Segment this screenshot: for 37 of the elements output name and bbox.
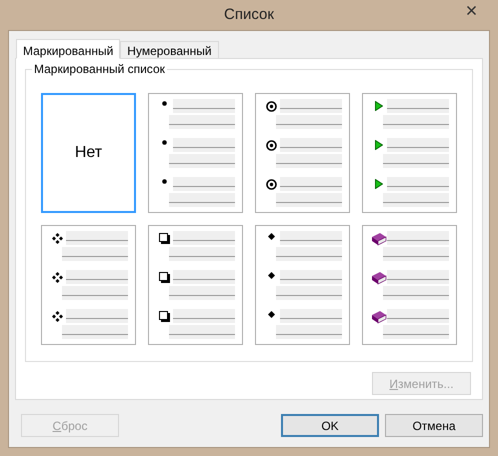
- tab[interactable]: Нумерованный: [120, 41, 219, 58]
- bullet-style-option[interactable]: [148, 224, 243, 344]
- group-title: Маркированный список: [32, 62, 167, 76]
- bullet-style-option[interactable]: [362, 224, 457, 344]
- triangle-icon: [374, 178, 382, 188]
- diamonds-icon: [52, 232, 63, 244]
- ok-button[interactable]: OK: [281, 414, 379, 437]
- bullet-style-option[interactable]: [362, 92, 457, 212]
- target-icon: [266, 140, 277, 150]
- diamonds-icon: [52, 310, 63, 322]
- bullet-style-option[interactable]: [41, 224, 136, 344]
- dot-icon: [162, 140, 167, 144]
- tab[interactable]: Маркированный: [16, 39, 120, 59]
- dialog-button[interactable]: Отмена: [385, 414, 483, 437]
- triangle-icon: [374, 100, 382, 110]
- book-icon: [370, 232, 386, 246]
- checkbox-icon: [159, 310, 170, 322]
- close-icon: [466, 6, 476, 14]
- dot-icon: [162, 100, 167, 106]
- checkbox-icon: [159, 232, 170, 244]
- none-label: Нет: [74, 142, 102, 162]
- triangle-icon: [374, 140, 382, 150]
- bullet-style-option[interactable]: [255, 224, 350, 344]
- book-icon: [370, 310, 386, 324]
- bullet-style-option[interactable]: [255, 92, 350, 212]
- window-title: Список: [224, 4, 274, 25]
- book-icon: [370, 272, 386, 284]
- target-icon: [266, 178, 277, 190]
- diamond-icon: [268, 272, 275, 278]
- target-icon: [266, 100, 277, 112]
- diamond-icon: [268, 310, 275, 318]
- bullet-style-option[interactable]: Нет: [41, 92, 136, 212]
- diamond-icon: [268, 232, 275, 240]
- diamonds-icon: [52, 272, 63, 282]
- bullet-style-option[interactable]: [148, 92, 243, 212]
- checkbox-icon: [159, 272, 170, 282]
- dot-icon: [162, 178, 167, 184]
